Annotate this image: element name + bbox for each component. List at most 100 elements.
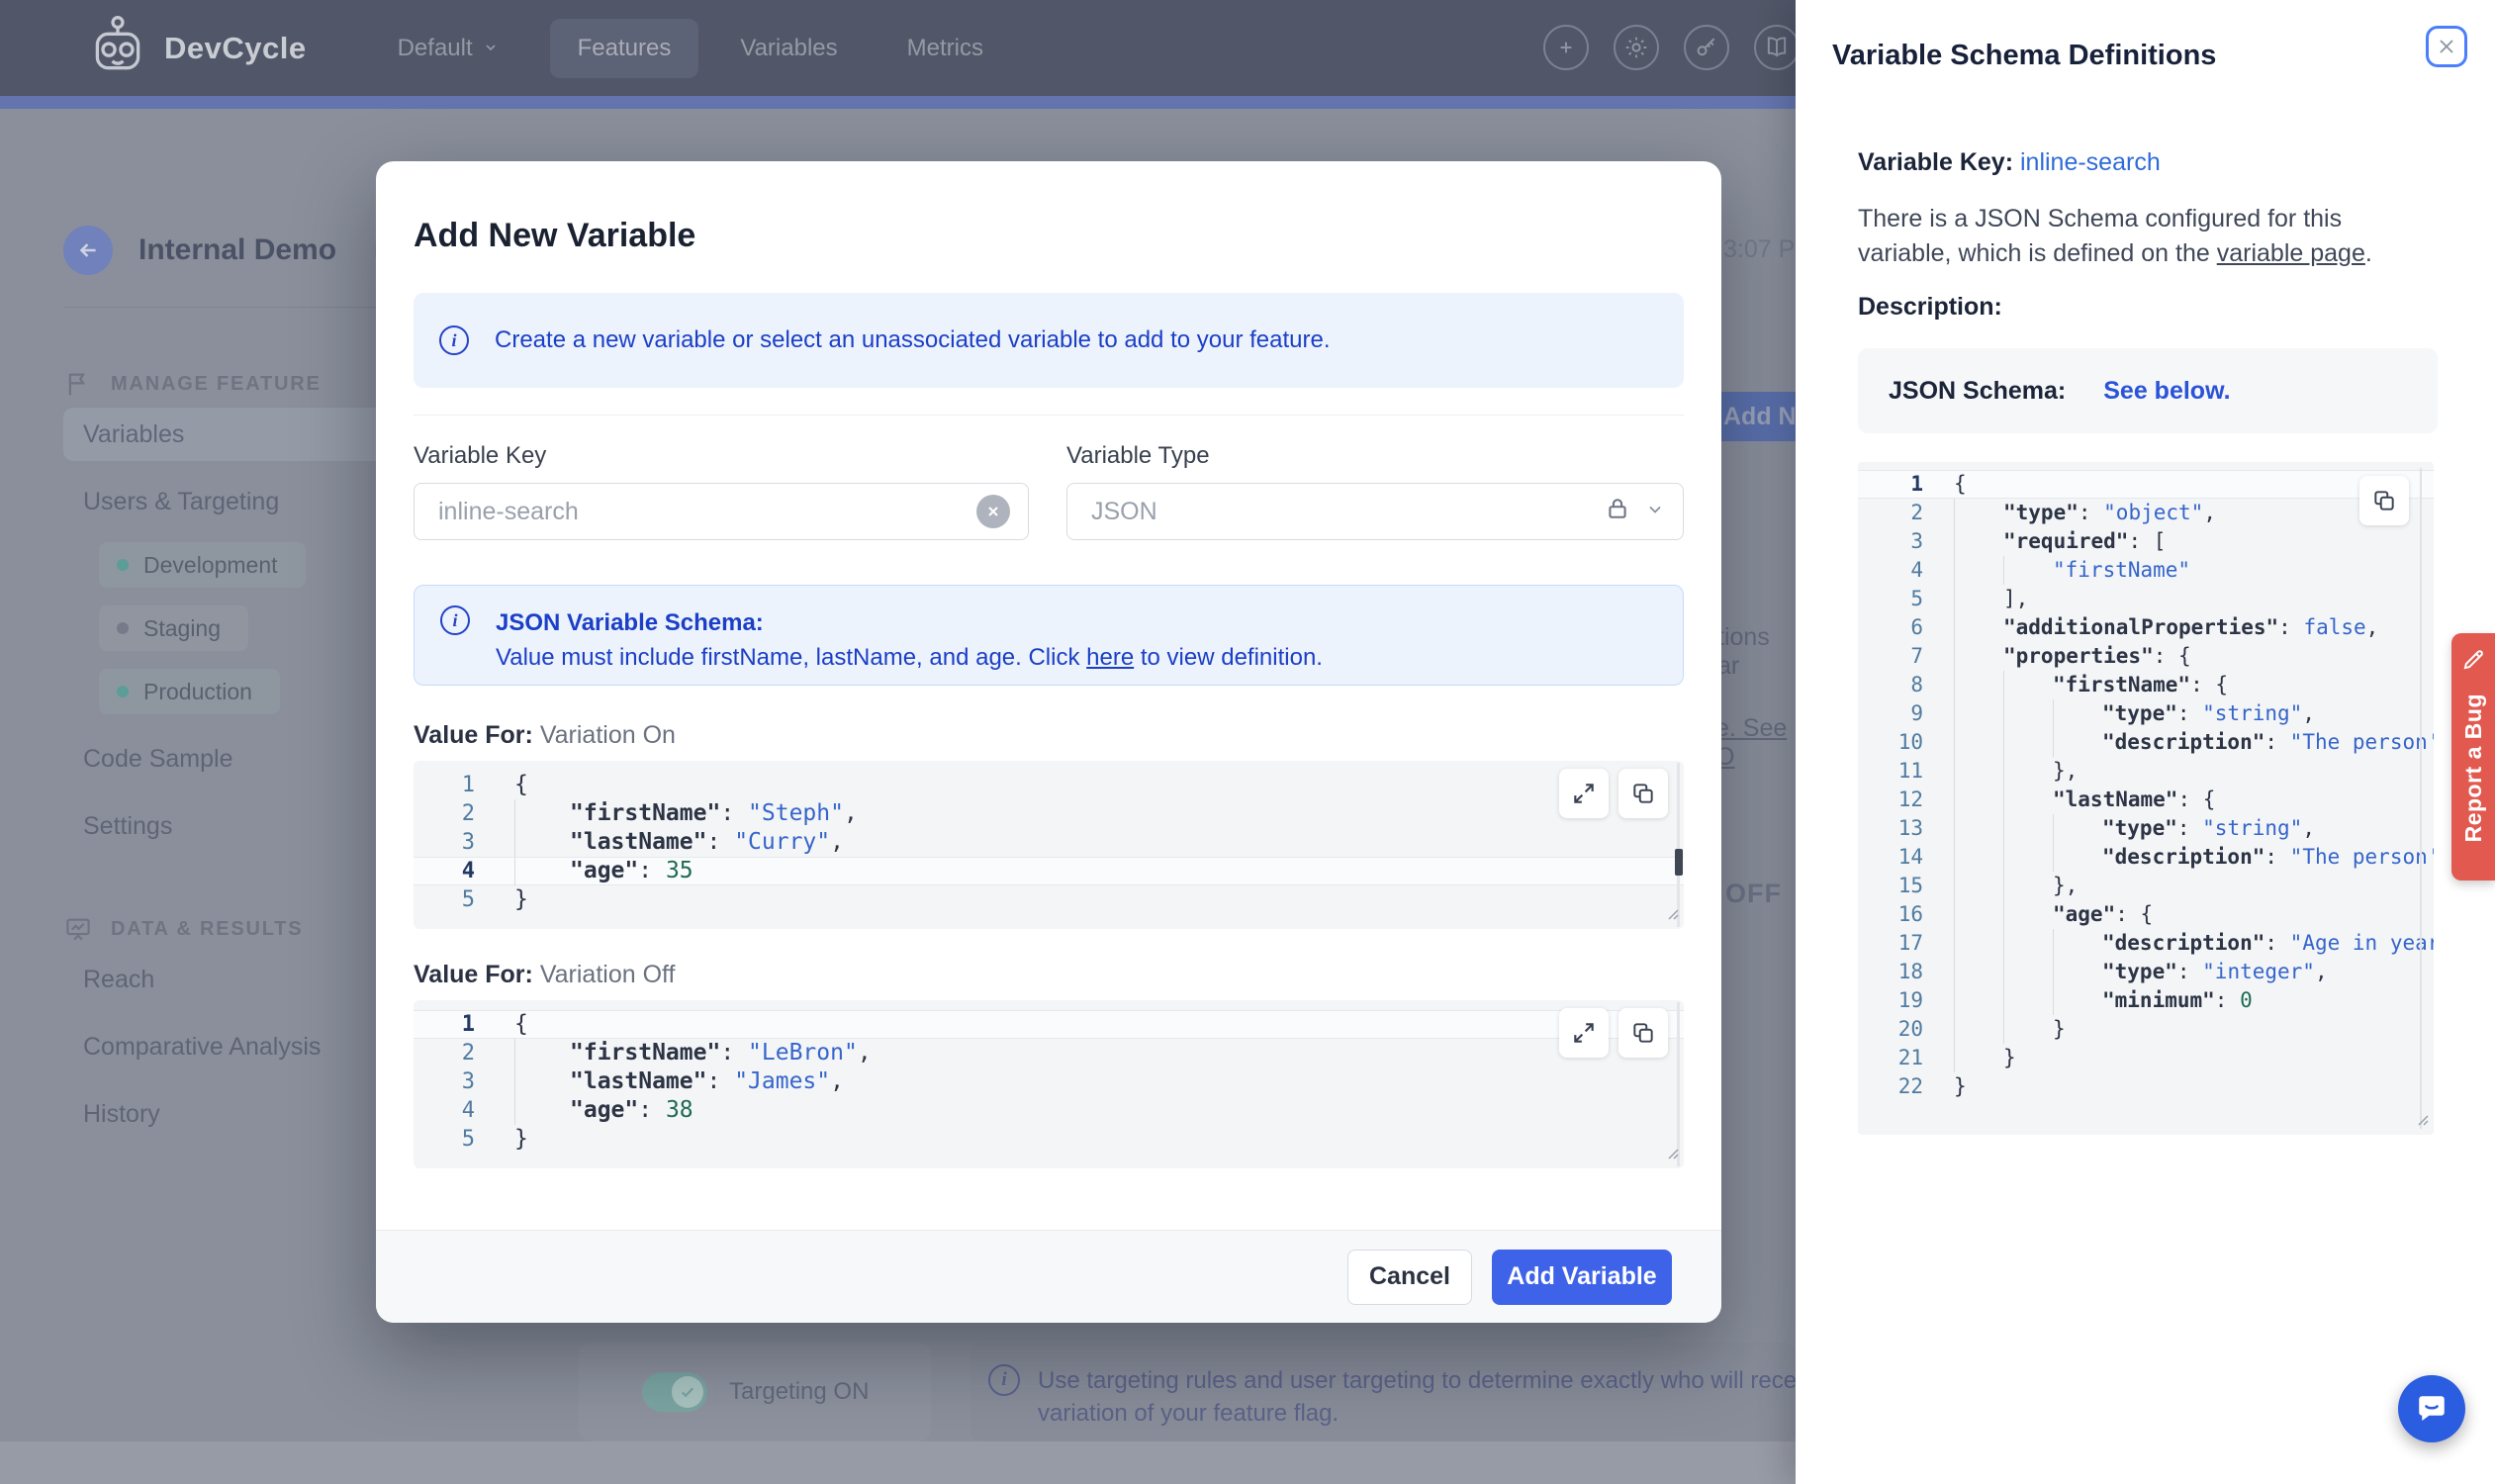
json-schema-code-block[interactable]: 1{2 "type": "object", 3 "required": [4 "firs…: [1858, 462, 2434, 1135]
key-icon[interactable]: [1684, 25, 1729, 70]
indent-guide: [1954, 757, 2003, 786]
page-footer-band: [0, 1441, 1796, 1484]
resize-handle[interactable]: [2413, 1110, 2429, 1131]
pencil-icon: [2460, 647, 2486, 678]
feature-title: Internal Demo: [139, 233, 337, 266]
line-number: 1: [1910, 472, 1923, 496]
targeting-toggle[interactable]: [642, 1372, 707, 1412]
see-below-link[interactable]: See below.: [2103, 377, 2230, 406]
indent-guide: [1954, 1044, 2003, 1072]
variable-key-link[interactable]: inline-search: [2020, 148, 2161, 176]
panel-variable-key: Variable Key: inline-search: [1858, 148, 2161, 176]
indent-guide: [1954, 872, 2003, 900]
code-line: 1{: [414, 771, 1684, 799]
sidebar-item-development[interactable]: Development: [99, 542, 306, 588]
line-number: 21: [1897, 1046, 1923, 1069]
code-line: 2 "type": "object",: [1858, 499, 2434, 527]
variable-key-input[interactable]: inline-search: [414, 483, 1029, 540]
code-line: 20}: [1858, 1015, 2434, 1044]
indent-guide: [2053, 699, 2102, 728]
line-number: 13: [1897, 816, 1923, 840]
nav-tab-features[interactable]: Features: [549, 18, 699, 78]
copy-icon[interactable]: [2359, 476, 2409, 525]
editor-scrollbar[interactable]: [1677, 1002, 1680, 1166]
variable-page-link[interactable]: variable page: [2217, 239, 2365, 267]
editor-scrollbar[interactable]: [1677, 763, 1680, 927]
targeting-info-card: i Use targeting rules and user targeting…: [970, 1343, 1796, 1441]
project-dropdown[interactable]: Default: [398, 35, 499, 62]
line-number: 1: [461, 773, 475, 797]
line-number: 2: [1910, 501, 1923, 524]
code-scrollbar[interactable]: [2420, 468, 2422, 1129]
indent-guide: [514, 828, 570, 857]
report-a-bug-label: Report a Bug: [2459, 694, 2486, 843]
sidebar-item-production[interactable]: Production: [99, 669, 280, 714]
schema-banner-body: Value must include firstName, lastName, …: [496, 644, 1323, 671]
editor-scrollbar-handle[interactable]: [1675, 849, 1683, 876]
modal-footer: Cancel Add Variable: [376, 1230, 1721, 1323]
schema-banner-title: JSON Variable Schema:: [496, 609, 764, 636]
code-line: 8 "firstName": {: [1858, 671, 2434, 699]
code-line: 4 "age": 38: [414, 1096, 1684, 1125]
line-number: 5: [461, 887, 475, 912]
variation-on-editor[interactable]: 1{2 "firstName": "Steph", 3 "lastName": "Cu…: [414, 761, 1684, 929]
code-line: 3 "required": [: [1858, 527, 2434, 556]
line-number: 4: [461, 1098, 475, 1123]
variable-type-select[interactable]: JSON: [1066, 483, 1684, 540]
code-line: 2 "firstName": "Steph",: [414, 799, 1684, 828]
json-schema-banner: i JSON Variable Schema: Value must inclu…: [414, 585, 1684, 686]
report-a-bug-tab[interactable]: Report a Bug: [2451, 633, 2495, 881]
copy-icon[interactable]: [1618, 1008, 1668, 1058]
indent-guide: [2053, 958, 2102, 986]
indent-guide: [1954, 527, 2003, 556]
sidebar-item-staging[interactable]: Staging: [99, 605, 249, 651]
nav-tab-metrics[interactable]: Metrics: [879, 19, 1011, 78]
book-icon[interactable]: [1754, 25, 1796, 70]
environment-dot: [117, 559, 129, 571]
indent-guide: [1954, 929, 2003, 958]
chat-widget-button[interactable]: [2398, 1375, 2465, 1442]
clear-input-icon[interactable]: [976, 495, 1010, 528]
chevron-down-icon: [483, 35, 499, 62]
devcycle-logo[interactable]: DevCycle: [85, 13, 307, 83]
add-new-variable-modal: Add New Variable i Create a new variable…: [376, 161, 1721, 1323]
nav-tab-variables[interactable]: Variables: [712, 19, 865, 78]
resize-handle[interactable]: [1663, 904, 1679, 925]
code-line: 1{: [1858, 470, 2434, 499]
indent-guide: [1954, 556, 2003, 585]
indent-guide: [1954, 1015, 2003, 1044]
add-variable-button[interactable]: Add Variable: [1492, 1249, 1672, 1305]
presentation-icon: [63, 914, 93, 950]
add-new-button-fragment[interactable]: Add Ne: [1713, 392, 1796, 441]
line-number: 15: [1897, 874, 1923, 897]
expand-editor-button[interactable]: [1559, 1008, 1609, 1058]
indent-guide: [2053, 728, 2102, 757]
see-link-fragment[interactable]: e. See O: [1715, 714, 1796, 772]
resize-handle[interactable]: [1663, 1144, 1679, 1164]
code-line: 11},: [1858, 757, 2434, 786]
code-line: 19 "minimum": 0: [1858, 986, 2434, 1015]
copy-icon[interactable]: [1618, 769, 1668, 818]
expand-editor-button[interactable]: [1559, 769, 1609, 818]
indent-guide: [1954, 986, 2003, 1015]
flag-icon: [63, 369, 93, 405]
code-line: 18 "type": "integer",: [1858, 958, 2434, 986]
text-fragment: tions ar: [1717, 623, 1770, 680]
line-number: 10: [1897, 730, 1923, 754]
line-number: 18: [1897, 960, 1923, 983]
indent-guide: [2003, 843, 2053, 872]
gear-icon[interactable]: [1614, 25, 1659, 70]
code-line: 3 "lastName": "James",: [414, 1067, 1684, 1096]
code-line: 9 "type": "string",: [1858, 699, 2434, 728]
add-circle-icon[interactable]: [1543, 25, 1589, 70]
close-panel-button[interactable]: [2426, 26, 2467, 67]
cancel-button[interactable]: Cancel: [1347, 1249, 1472, 1305]
here-link[interactable]: here: [1086, 644, 1134, 671]
back-button[interactable]: [63, 226, 113, 275]
indent-guide: [2003, 699, 2053, 728]
json-schema-label: JSON Schema:: [1889, 376, 2067, 405]
nav-tabs: Features Variables Metrics: [549, 18, 1011, 78]
variable-key-label: Variable Key: [414, 442, 547, 469]
variation-off-editor[interactable]: 1{2 "firstName": "LeBron", 3 "lastName": "J…: [414, 1000, 1684, 1168]
indent-guide: [2053, 986, 2102, 1015]
